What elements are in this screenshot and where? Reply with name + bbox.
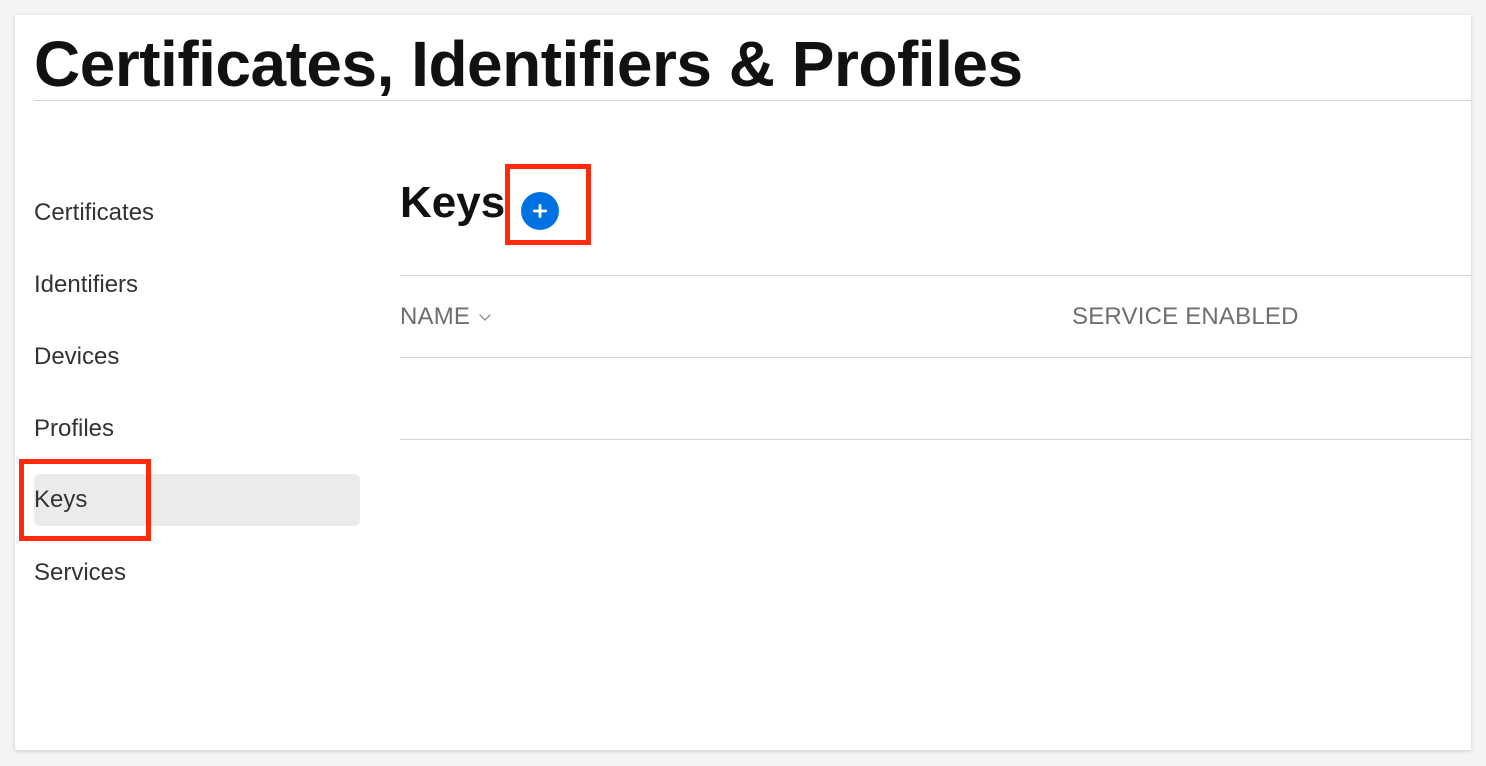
page-title: Certificates, Identifiers & Profiles (34, 28, 1023, 100)
section-title: Keys (400, 178, 506, 227)
plus-circle-icon (531, 202, 549, 220)
title-divider (34, 100, 1471, 101)
table-empty-row-divider (400, 439, 1471, 440)
column-header-name[interactable]: NAME (400, 303, 492, 331)
main-card: Certificates, Identifiers & Profiles Cer… (15, 15, 1471, 750)
sidebar-item-keys[interactable]: Keys (34, 474, 360, 526)
sidebar-item-label: Devices (34, 343, 120, 370)
sidebar-item-label: Identifiers (34, 271, 139, 298)
table-header-divider (400, 357, 1471, 358)
sidebar-item-devices[interactable]: Devices (34, 331, 360, 383)
sidebar-item-identifiers[interactable]: Identifiers (34, 259, 360, 311)
sidebar-item-label: Certificates (34, 199, 155, 226)
add-key-button[interactable] (521, 192, 559, 230)
column-header-label: SERVICE ENABLED (1072, 303, 1299, 330)
sidebar-item-label: Profiles (34, 415, 115, 442)
sidebar-item-services[interactable]: Services (34, 547, 360, 599)
sidebar-item-label: Services (34, 559, 127, 586)
column-header-service-enabled: SERVICE ENABLED (1072, 303, 1299, 331)
column-header-label: NAME (400, 303, 471, 330)
sidebar-item-certificates[interactable]: Certificates (34, 187, 360, 239)
chevron-down-icon (478, 312, 492, 322)
sidebar-item-profiles[interactable]: Profiles (34, 403, 360, 455)
table-top-divider (400, 275, 1471, 276)
sidebar-item-label: Keys (34, 486, 88, 513)
